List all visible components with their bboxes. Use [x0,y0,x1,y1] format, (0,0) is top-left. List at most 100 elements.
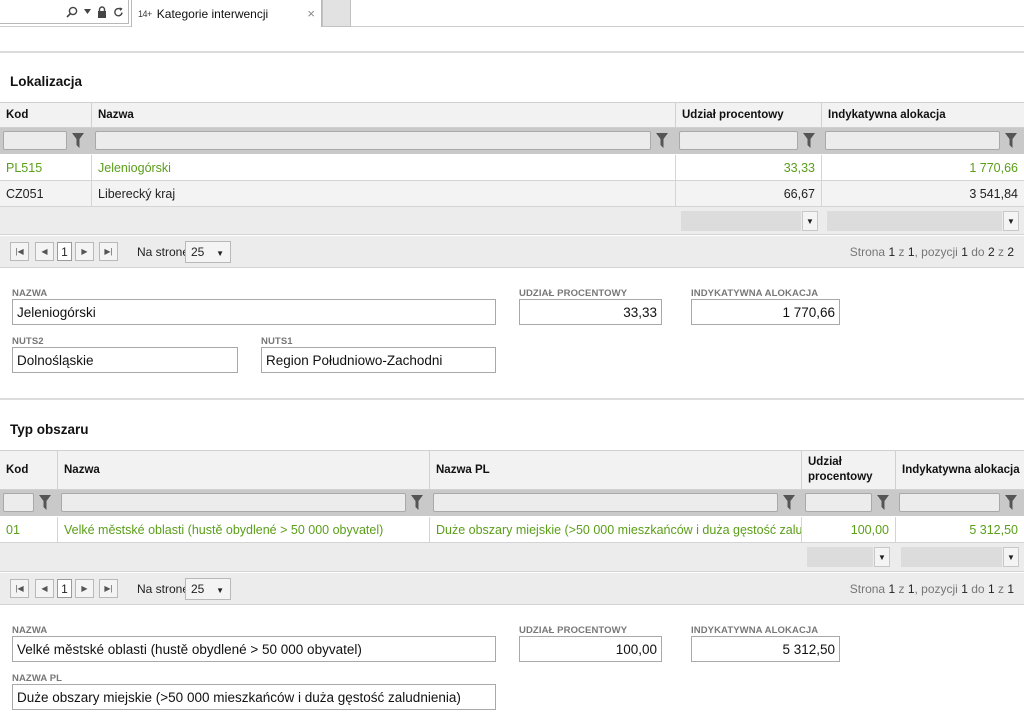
filter-input-nazwa-pl[interactable] [433,493,778,512]
per-page-label: Na stronę [137,582,190,596]
column-header-udzial[interactable]: Udział procentowy [802,451,896,489]
field-nazwa[interactable]: Jeleniogórski [12,299,496,325]
filter-input-nazwa[interactable] [95,131,651,150]
typ-obszaru-grid-header: Kod Nazwa Nazwa PL Udział procentowy Ind… [0,450,1024,490]
filter-icon[interactable] [1005,133,1017,148]
filter-input-alokacja[interactable] [825,131,1000,150]
pager-info-text: z [997,245,1004,259]
cell-udzial: 33,33 [676,155,822,180]
pager-info-value: 1 [961,582,968,596]
summary-field-udzial[interactable] [807,547,873,567]
typ-obszaru-summary-row: ▼ ▼ [0,543,1024,572]
per-page-value: 25 [191,245,205,259]
dropdown-arrow-icon[interactable] [84,9,91,14]
last-page-icon[interactable]: ▶| [99,579,118,598]
refresh-icon[interactable] [113,6,124,18]
column-header-kod[interactable]: Kod [0,103,92,127]
chevron-down-icon[interactable]: ▼ [802,211,818,231]
column-header-nazwa[interactable]: Nazwa [58,451,430,489]
column-header-kod[interactable]: Kod [0,451,58,489]
cell-alokacja: 5 312,50 [969,522,1018,537]
field-udzial[interactable]: 33,33 [519,299,662,325]
prev-page-icon[interactable]: ◀ [35,242,54,261]
cell-nazwa-pl: Duże obszary miejskie (>50 000 mieszkańc… [430,517,802,542]
filter-icon[interactable] [72,133,84,148]
cell-nazwa: Velké městské oblasti (hustě obydlené > … [58,517,430,542]
column-header-alokacja[interactable]: Indykatywna alokacja [896,451,1024,489]
close-icon[interactable]: × [307,6,315,21]
new-tab-button[interactable] [322,0,351,27]
pager-info-value: 1 [987,582,995,596]
filter-input-kod[interactable] [3,493,34,512]
filter-input-alokacja[interactable] [899,493,1000,512]
search-icon[interactable] [66,6,78,18]
chevron-down-icon[interactable]: ▼ [874,547,890,567]
cell-kod: 01 [0,517,58,542]
prev-page-icon[interactable]: ◀ [35,579,54,598]
chevron-down-icon[interactable]: ▼ [1003,211,1019,231]
field-alokacja[interactable]: 1 770,66 [691,299,840,325]
filter-icon[interactable] [803,133,815,148]
pager-info-text: Strona [849,582,886,596]
column-header-alokacja[interactable]: Indykatywna alokacja [822,103,1024,127]
filter-input-nazwa[interactable] [61,493,406,512]
column-header-nazwa-pl[interactable]: Nazwa PL [430,451,802,489]
per-page-select[interactable]: 25 ▼ [185,241,231,263]
filter-icon[interactable] [411,495,423,510]
pager-info-value: 2 [987,245,995,259]
lokalizacja-grid-header: Kod Nazwa Udział procentowy Indykatywna … [0,102,1024,128]
field-label-udzial: UDZIAŁ PROCENTOWY [519,625,628,636]
table-row[interactable]: CZ051 Liberecký kraj 66,67 3 541,84 [0,181,1024,207]
filter-icon[interactable] [783,495,795,510]
chevron-down-icon[interactable]: ▼ [1003,547,1019,567]
field-nazwa[interactable]: Velké městské oblasti (hustě obydlené > … [12,636,496,662]
per-page-select[interactable]: 25 ▼ [185,578,231,600]
pager-info-text: z [898,245,905,259]
section-title-lokalizacja: Lokalizacja [10,74,83,89]
filter-icon[interactable] [877,495,889,510]
page-number[interactable]: 1 [57,579,72,598]
filter-input-kod[interactable] [3,131,67,150]
field-nuts1[interactable]: Region Południowo-Zachodni [261,347,496,373]
field-nuts2[interactable]: Dolnośląskie [12,347,238,373]
cell-kod: CZ051 [0,181,92,206]
next-page-icon[interactable]: ▶ [75,242,94,261]
column-header-udzial[interactable]: Udział procentowy [676,103,822,127]
table-row[interactable]: 01 Velké městské oblasti (hustě obydlené… [0,517,1024,543]
pager-info: Strona 1 z 1, pozycji 1 do 2 z 2 [850,245,1014,259]
filter-input-udzial[interactable] [679,131,798,150]
filter-icon[interactable] [39,495,51,510]
first-page-icon[interactable]: |◀ [10,242,29,261]
cell-udzial: 66,67 [676,181,822,206]
pager-info-text: z [997,582,1004,596]
next-page-icon[interactable]: ▶ [75,579,94,598]
address-bar-controls[interactable] [0,0,129,24]
pager-info-value: 1 [888,245,896,259]
first-page-icon[interactable]: |◀ [10,579,29,598]
browser-tab-active[interactable]: 14+ Kategorie interwencji × [131,0,322,27]
pager-info-value: 1 [888,582,896,596]
pager-info-text: do [971,245,985,259]
column-header-nazwa[interactable]: Nazwa [92,103,676,127]
summary-field-alokacja[interactable] [827,211,1002,231]
field-udzial[interactable]: 100,00 [519,636,662,662]
divider [0,398,1024,400]
last-page-icon[interactable]: ▶| [99,242,118,261]
filter-icon[interactable] [656,133,668,148]
page-number[interactable]: 1 [57,242,72,261]
field-label-nuts1: NUTS1 [261,336,293,347]
field-label-nuts2: NUTS2 [12,336,44,347]
cell-udzial: 100,00 [802,517,896,542]
field-nazwa-pl[interactable]: Duże obszary miejskie (>50 000 mieszkańc… [12,684,496,710]
page-favicon-icon: 14+ [138,8,152,19]
lock-icon[interactable] [97,5,107,18]
per-page-value: 25 [191,582,205,596]
table-row[interactable]: PL515 Jeleniogórski 33,33 1 770,66 [0,155,1024,181]
cell-nazwa: Jeleniogórski [92,155,676,180]
filter-input-udzial[interactable] [805,493,872,512]
summary-field-udzial[interactable] [681,211,801,231]
field-alokacja[interactable]: 5 312,50 [691,636,840,662]
filter-icon[interactable] [1005,495,1017,510]
chevron-down-icon: ▼ [216,586,224,595]
summary-field-alokacja[interactable] [901,547,1002,567]
